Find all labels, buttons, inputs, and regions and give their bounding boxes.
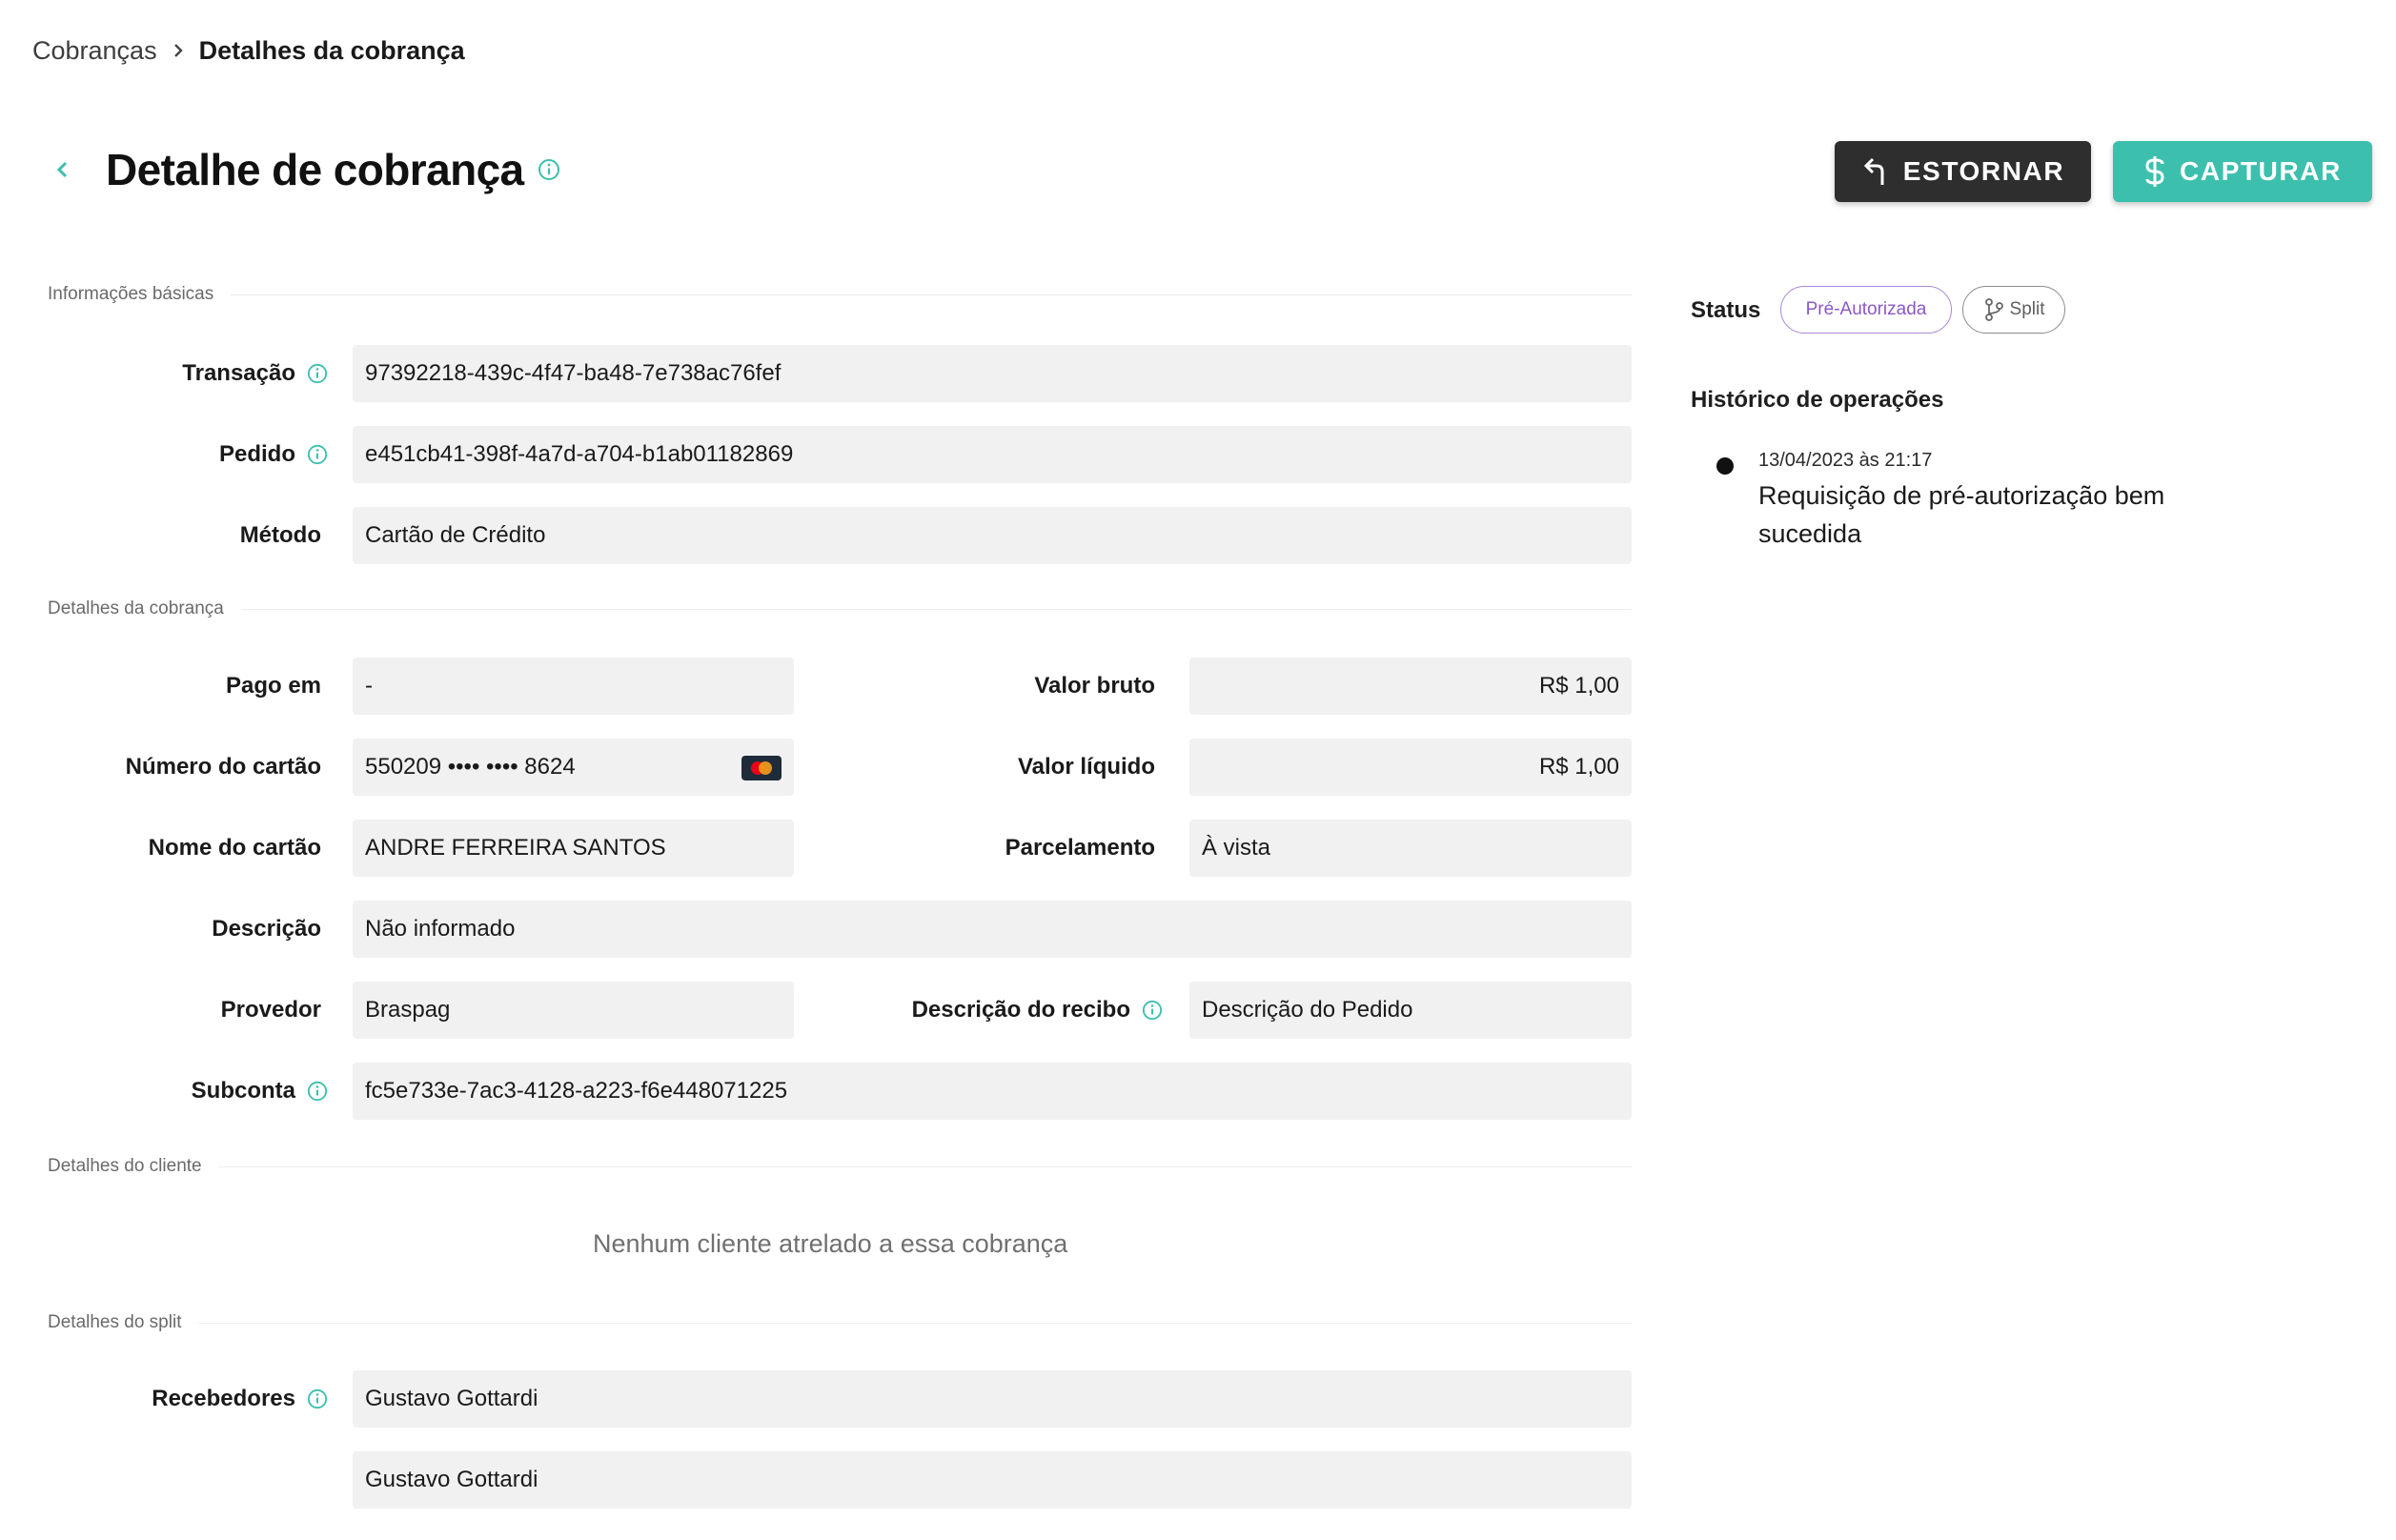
estornar-label: ESTORNAR <box>1902 156 2065 186</box>
subconta-field[interactable]: fc5e733e-7ac3-4128-a223-f6e448071225 <box>353 1063 1632 1120</box>
subconta-label: Subconta <box>48 1063 328 1120</box>
capturar-label: CAPTURAR <box>2180 156 2342 186</box>
section-title: Detalhes da cobrança <box>48 598 224 618</box>
back-button[interactable] <box>32 139 93 200</box>
breadcrumb-link-cobrancas[interactable]: Cobranças <box>32 36 157 66</box>
undo-arrow-icon <box>1863 157 1884 185</box>
history-title: Histórico de operações <box>1691 387 1944 413</box>
provedor-field[interactable]: Braspag <box>353 982 794 1039</box>
section-detalhes-split: Detalhes do split <box>48 1312 1632 1333</box>
section-title: Detalhes do split <box>48 1312 182 1332</box>
pago-em-field[interactable]: - <box>353 658 794 715</box>
pedido-field[interactable]: e451cb41-398f-4a7d-a704-b1ab01182869 <box>353 426 1632 483</box>
recebedor-field[interactable]: Gustavo Gottardi <box>353 1370 1632 1428</box>
metodo-field[interactable]: Cartão de Crédito <box>353 507 1632 564</box>
provedor-label: Provedor <box>220 997 321 1023</box>
section-detalhes-cobranca: Detalhes da cobrança <box>48 598 1632 619</box>
mastercard-icon <box>741 756 782 780</box>
page-title: Detalhe de cobrança <box>106 145 524 194</box>
nome-cartao-label: Nome do cartão <box>148 835 321 861</box>
numero-cartao-label: Número do cartão <box>125 754 321 780</box>
status-badge-pre-autorizada: Pré-Autorizada <box>1780 286 1952 334</box>
chevron-right-icon <box>157 41 199 60</box>
split-badge: Split <box>1962 286 2065 334</box>
recebedores-label: Recebedores <box>48 1370 328 1428</box>
parcelamento-field[interactable]: À vista <box>1189 820 1632 877</box>
section-title: Detalhes do cliente <box>48 1156 202 1176</box>
breadcrumb: Cobranças Detalhes da cobrança <box>32 34 465 67</box>
parcelamento-label: Parcelamento <box>1005 835 1155 861</box>
descricao-recibo-field[interactable]: Descrição do Pedido <box>1189 982 1632 1039</box>
empty-client-message: Nenhum cliente atrelado a essa cobrança <box>593 1229 1068 1258</box>
recebedor-field[interactable]: Gustavo Gottardi <box>353 1451 1632 1509</box>
descricao-recibo-label: Descrição do recibo <box>858 982 1163 1039</box>
valor-bruto-label: Valor bruto <box>1034 673 1155 699</box>
info-icon[interactable] <box>307 363 328 384</box>
info-icon[interactable] <box>307 1081 328 1102</box>
page-header: Detalhe de cobrança <box>32 139 560 200</box>
history-description: Requisição de pré-autorização bem sucedi… <box>1758 481 2165 548</box>
branch-icon <box>1984 298 2003 321</box>
timeline-dot-icon <box>1716 457 1734 475</box>
card-number: 550209 •••• •••• 8624 <box>365 754 576 780</box>
estornar-button[interactable]: ESTORNAR <box>1835 141 2091 202</box>
split-badge-label: Split <box>2009 299 2045 319</box>
descricao-label: Descrição <box>212 916 321 942</box>
valor-bruto-field[interactable]: R$ 1,00 <box>1189 658 1632 715</box>
capturar-button[interactable]: CAPTURAR <box>2113 141 2372 202</box>
info-icon[interactable] <box>307 444 328 465</box>
transacao-field[interactable]: 97392218-439c-4f47-ba48-7e738ac76fef <box>353 345 1632 402</box>
section-detalhes-cliente: Detalhes do cliente <box>48 1156 1632 1177</box>
info-icon[interactable] <box>307 1388 328 1409</box>
history-date: 13/04/2023 às 21:17 <box>1758 450 1933 471</box>
numero-cartao-field[interactable]: 550209 •••• •••• 8624 <box>353 739 794 796</box>
metodo-label: Método <box>239 522 321 548</box>
chevron-left-icon <box>56 161 68 178</box>
valor-liquido-field[interactable]: R$ 1,00 <box>1189 739 1632 796</box>
valor-liquido-label: Valor líquido <box>1017 754 1155 780</box>
transacao-label: Transação <box>48 345 328 402</box>
pedido-label: Pedido <box>48 426 328 483</box>
info-icon[interactable] <box>538 158 560 181</box>
dollar-icon <box>2145 156 2164 187</box>
descricao-field[interactable]: Não informado <box>353 901 1632 958</box>
section-informacoes-basicas: Informações básicas <box>48 284 1632 305</box>
nome-cartao-field[interactable]: ANDRE FERREIRA SANTOS <box>353 820 794 877</box>
section-title: Informações básicas <box>48 284 214 304</box>
info-icon[interactable] <box>1142 1000 1163 1021</box>
status-label: Status <box>1691 297 1761 323</box>
breadcrumb-current: Detalhes da cobrança <box>198 35 465 65</box>
pago-em-label: Pago em <box>225 673 321 699</box>
